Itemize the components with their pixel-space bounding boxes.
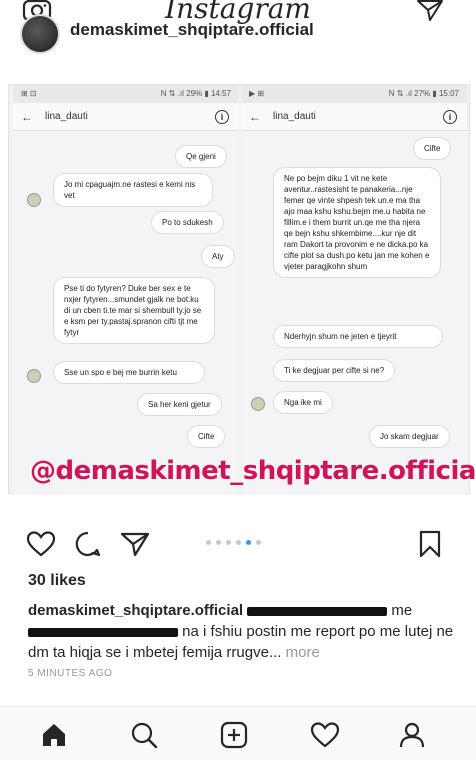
message-bubble: Nga ike mi: [273, 391, 333, 414]
add-post-icon[interactable]: [220, 721, 248, 749]
carousel-dot: [226, 540, 231, 545]
comment-icon[interactable]: [74, 530, 102, 558]
post-timestamp: 5 MINUTES AGO: [28, 668, 113, 679]
message-bubble: Jo skam degjuar: [369, 425, 450, 448]
message-bubble: Qe gjeni: [175, 145, 227, 168]
avatar: [27, 193, 41, 207]
more-link[interactable]: more: [286, 644, 320, 661]
carousel-dot: [256, 540, 261, 545]
message-bubble: Sa her keni gjetur: [137, 393, 222, 416]
profile-icon[interactable]: [398, 721, 426, 749]
status-left: ⊞ ⊡: [21, 89, 37, 98]
message-bubble: Ti ke degjuar per cifte si ne?: [273, 359, 396, 382]
message-bubble: Jo mi cpaguajm.ne rastesi e kemi nis vet: [53, 173, 213, 207]
back-arrow-icon: ←: [249, 109, 261, 124]
carousel-dot: [206, 540, 211, 545]
bookmark-icon[interactable]: [418, 530, 442, 558]
status-right: N ⇅ .ıl 27% ▮ 15:07: [388, 89, 459, 98]
avatar: [27, 369, 41, 383]
status-left: ▶ ⊞: [249, 89, 265, 98]
avatar[interactable]: [20, 14, 60, 54]
status-right: N ⇅ .ıl 29% ▮ 14:57: [160, 89, 231, 98]
bottom-nav: [0, 706, 476, 760]
message-bubble: Ne po bejm diku 1 vit ne kete aventur..r…: [273, 167, 441, 278]
carousel-indicator: [206, 540, 261, 545]
dm-screenshot-right: ▶ ⊞ N ⇅ .ıl 27% ▮ 15:07 ← lina_dauti i C…: [241, 85, 467, 495]
home-icon[interactable]: [40, 721, 68, 749]
back-arrow-icon: ←: [21, 109, 33, 124]
post-header: demaskimet_shqiptare.official: [14, 14, 474, 60]
message-bubble: Po to sdukesh: [151, 211, 224, 234]
dm-header: ← lina_dauti i: [241, 103, 467, 131]
status-bar: ⊞ ⊡ N ⇅ .ıl 29% ▮ 14:57: [13, 85, 239, 103]
info-icon: i: [215, 110, 229, 124]
dm-screenshot-left: ⊞ ⊡ N ⇅ .ıl 29% ▮ 14:57 ← lina_dauti i Q…: [13, 85, 239, 495]
post-username[interactable]: demaskimet_shqiptare.official: [70, 20, 314, 40]
post-image[interactable]: ⊞ ⊡ N ⇅ .ıl 29% ▮ 14:57 ← lina_dauti i Q…: [8, 84, 470, 495]
carousel-dot-active: [246, 540, 251, 545]
carousel-dot: [216, 540, 221, 545]
avatar: [251, 397, 265, 411]
dm-username: lina_dauti: [45, 111, 88, 122]
message-bubble: Sse un spo e bej me burrin ketu: [53, 361, 205, 384]
status-bar: ▶ ⊞ N ⇅ .ıl 27% ▮ 15:07: [241, 85, 467, 103]
search-icon[interactable]: [130, 721, 158, 749]
carousel-dot: [236, 540, 241, 545]
dm-header: ← lina_dauti i: [13, 103, 239, 131]
heart-icon[interactable]: [26, 530, 56, 558]
message-bubble: Cifte: [187, 425, 226, 448]
redaction-mark: [28, 627, 178, 637]
info-icon: i: [443, 110, 457, 124]
post-caption: demaskimet_shqiptare.official me na i fs…: [28, 600, 468, 663]
paper-plane-icon[interactable]: [416, 0, 444, 22]
share-icon[interactable]: [120, 530, 150, 558]
message-bubble: Pse ti do fytyren? Duke ber sex e te nxj…: [53, 277, 215, 344]
heart-icon[interactable]: [310, 721, 340, 749]
redaction-mark: [247, 606, 388, 616]
caption-text-start: me: [391, 602, 413, 619]
caption-username[interactable]: demaskimet_shqiptare.official: [28, 602, 243, 619]
likes-count[interactable]: 30 likes: [28, 572, 86, 590]
watermark-text: @demaskimet_shqiptare.official: [30, 456, 476, 486]
message-bubble: Nderhyjn shum ne jeten e tjeyrit: [273, 325, 443, 348]
post-actions: [0, 524, 476, 564]
message-bubble: Aty: [201, 245, 235, 268]
message-bubble: Cifte: [413, 137, 452, 160]
dm-username: lina_dauti: [273, 111, 316, 122]
